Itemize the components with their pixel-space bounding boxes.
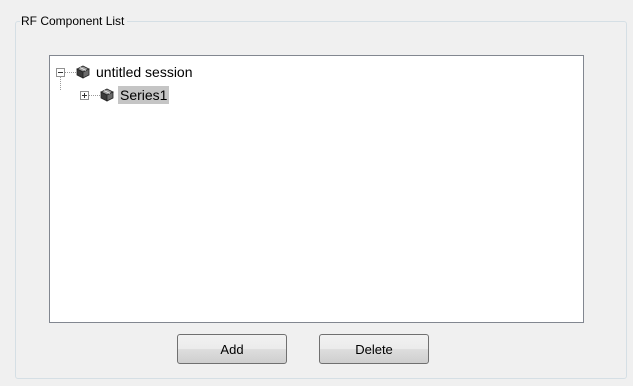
delete-button[interactable]: Delete — [319, 334, 429, 364]
component-cube-icon — [76, 65, 90, 79]
tree-node-label[interactable]: untitled session — [94, 63, 195, 81]
component-tree[interactable]: untitled session Series1 — [49, 55, 584, 323]
tree-connector-vertical — [60, 76, 61, 90]
tree-node-root[interactable]: untitled session — [56, 62, 195, 82]
add-button[interactable]: Add — [177, 334, 287, 364]
group-title: RF Component List — [20, 13, 128, 29]
tree-node-label-selected[interactable]: Series1 — [118, 86, 170, 104]
component-cube-icon — [100, 88, 114, 102]
expand-icon[interactable] — [80, 90, 89, 100]
tree-connector — [65, 71, 76, 73]
tree-node-series1[interactable]: Series1 — [80, 85, 170, 105]
tree-connector — [89, 94, 100, 96]
